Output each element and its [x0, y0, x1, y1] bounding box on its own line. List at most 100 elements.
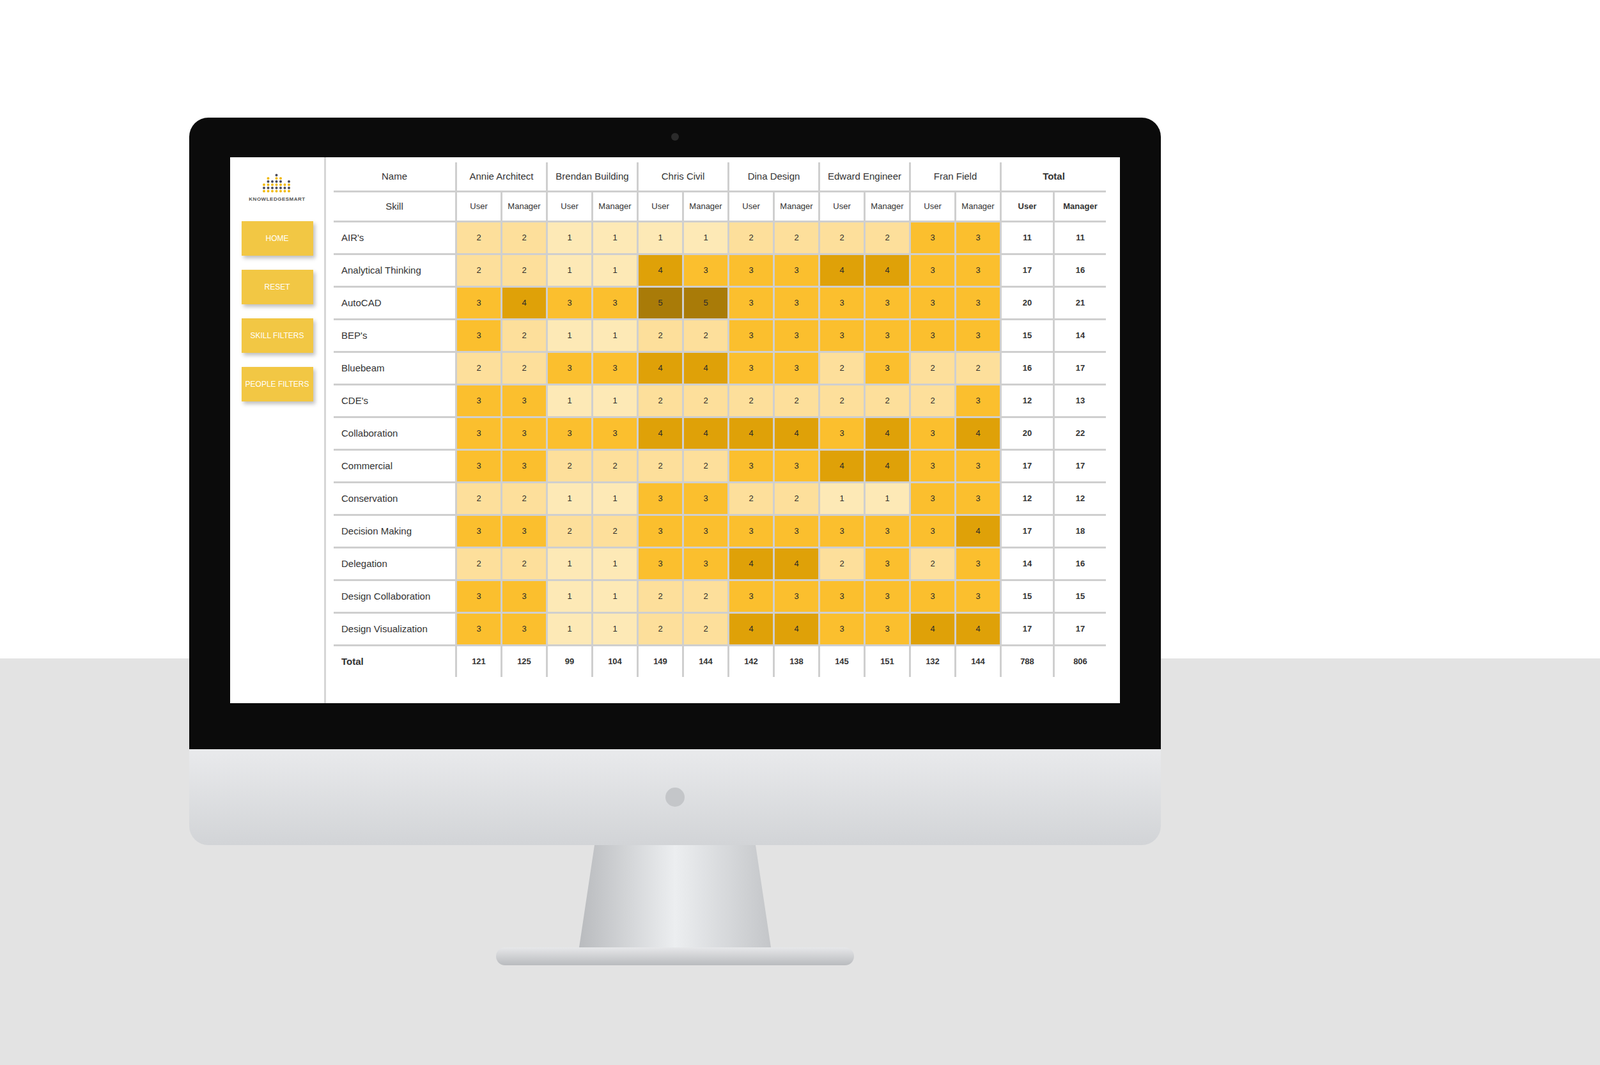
- score-cell: 3: [956, 450, 1000, 482]
- score-value: 3: [521, 524, 527, 538]
- score-cell: 1: [547, 385, 592, 417]
- score-value: 3: [930, 329, 935, 342]
- score-value: 3: [521, 427, 527, 440]
- score-cell: 4: [956, 613, 1000, 645]
- score-cell: 1: [593, 613, 637, 645]
- score-value: 4: [884, 264, 890, 277]
- skill-cell: Bluebeam: [333, 352, 456, 384]
- score-value: 1: [703, 231, 708, 245]
- sidebar-button-label: RESET: [264, 281, 290, 293]
- total-value: 17: [1022, 524, 1032, 538]
- score-cell: 2: [638, 450, 683, 482]
- score-cell: 4: [638, 418, 683, 449]
- score-cell: 3: [729, 287, 773, 319]
- skill-cell: AutoCAD: [333, 287, 456, 319]
- sidebar-button[interactable]: SKILL FILTERS: [241, 318, 314, 353]
- column-header: User: [1001, 192, 1053, 221]
- score-cell: 3: [729, 450, 773, 482]
- total-row-cell: 144: [956, 646, 1000, 677]
- score-cell: 2: [683, 320, 728, 351]
- score-cell: 4: [502, 287, 546, 319]
- score-value: 3: [793, 296, 799, 310]
- score-value: 4: [975, 524, 980, 538]
- skill-name: Bluebeam: [341, 362, 385, 374]
- score-cell: 2: [865, 222, 909, 254]
- sidebar-button[interactable]: PEOPLE FILTERS: [241, 366, 314, 402]
- score-value: 2: [657, 329, 663, 342]
- score-value: 3: [884, 622, 890, 636]
- score-cell: 3: [865, 287, 909, 319]
- score-value: 2: [748, 394, 754, 408]
- score-value: 3: [884, 361, 890, 375]
- score-value: 1: [839, 492, 844, 505]
- score-value: 3: [975, 590, 980, 603]
- total-value: 18: [1075, 524, 1085, 538]
- person-header: Annie Architect: [457, 162, 546, 191]
- score-value: 1: [612, 264, 617, 277]
- score-value: 3: [476, 296, 481, 310]
- skill-cell: BEP's: [333, 320, 456, 351]
- column-header: User: [457, 192, 501, 221]
- score-cell: 3: [502, 385, 546, 417]
- score-cell: 2: [638, 385, 683, 417]
- score-value: 3: [657, 557, 663, 571]
- total-cell: 12: [1054, 483, 1106, 514]
- sidebar-button[interactable]: HOME: [241, 221, 314, 256]
- score-value: 3: [476, 590, 481, 603]
- score-value: 3: [657, 492, 663, 505]
- score-value: 2: [521, 231, 527, 245]
- score-cell: 2: [683, 450, 728, 482]
- score-cell: 3: [502, 515, 546, 547]
- score-value: 3: [476, 329, 481, 342]
- score-cell: 1: [547, 255, 592, 286]
- score-value: 1: [566, 590, 572, 603]
- total-value: 16: [1075, 264, 1085, 277]
- total-value: 14: [1075, 329, 1085, 342]
- column-header: Manager: [683, 192, 728, 221]
- score-value: 1: [566, 264, 572, 277]
- score-value: 3: [612, 296, 617, 310]
- total-value: 17: [1022, 264, 1032, 277]
- total-value: 20: [1022, 296, 1032, 310]
- score-value: 4: [793, 622, 799, 636]
- total-cell: 15: [1054, 581, 1106, 612]
- score-value: 3: [793, 459, 799, 473]
- score-cell: 4: [865, 450, 909, 482]
- score-cell: 2: [774, 483, 819, 514]
- score-value: 1: [612, 492, 617, 505]
- score-value: 3: [930, 231, 935, 245]
- score-value: 2: [703, 590, 708, 603]
- score-cell: 3: [457, 613, 501, 645]
- score-cell: 3: [820, 418, 864, 449]
- score-cell: 3: [956, 548, 1000, 580]
- total-cell: 17: [1001, 450, 1053, 482]
- score-value: 3: [566, 361, 572, 375]
- score-value: 3: [748, 361, 754, 375]
- score-value: 5: [703, 296, 708, 310]
- score-cell: 3: [774, 450, 819, 482]
- sidebar-button-label: HOME: [265, 232, 289, 245]
- score-value: 3: [748, 329, 754, 342]
- score-value: 4: [657, 361, 663, 375]
- score-value: 2: [839, 231, 844, 245]
- score-value: 4: [839, 459, 844, 473]
- sidebar-button[interactable]: RESET: [241, 269, 314, 305]
- score-cell: 3: [638, 548, 683, 580]
- total-cell: 16: [1054, 255, 1106, 286]
- score-cell: 2: [729, 483, 773, 514]
- score-value: 2: [476, 557, 481, 571]
- total-value: 11: [1022, 231, 1032, 245]
- score-value: 3: [975, 329, 980, 342]
- score-value: 2: [703, 329, 708, 342]
- score-cell: 3: [774, 287, 819, 319]
- score-value: 1: [612, 590, 617, 603]
- column-header: User: [910, 192, 955, 221]
- score-cell: 1: [820, 483, 864, 514]
- score-cell: 3: [910, 320, 955, 351]
- score-value: 3: [884, 590, 890, 603]
- score-cell: 3: [910, 255, 955, 286]
- total-row-cell: 125: [502, 646, 546, 677]
- score-cell: 1: [593, 548, 637, 580]
- total-value: 15: [1022, 590, 1032, 603]
- column-header: Manager: [1054, 192, 1106, 221]
